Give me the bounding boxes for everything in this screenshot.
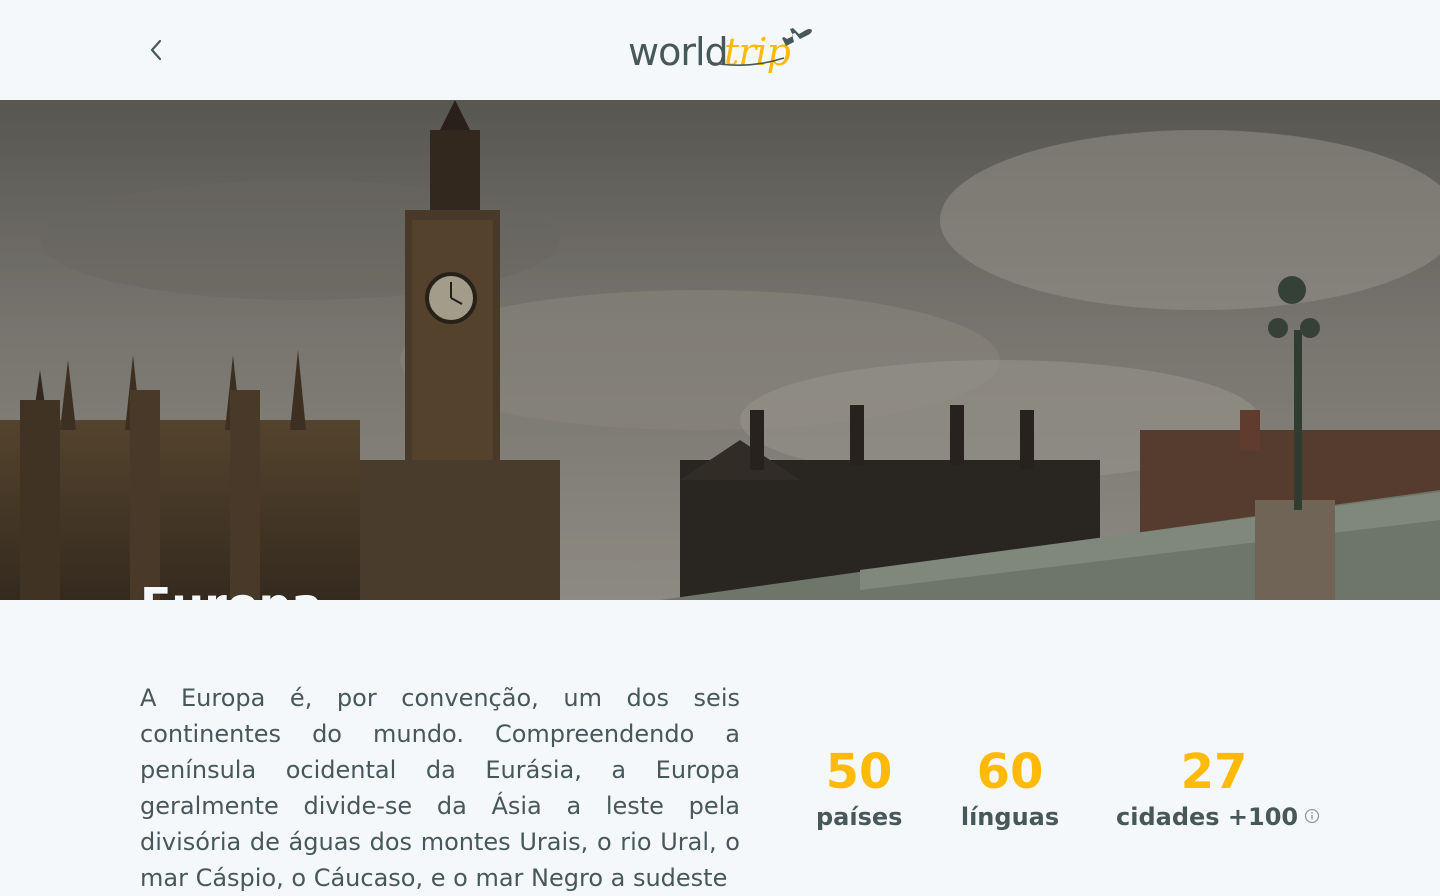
stats-panel: 50 países 60 línguas 27 cidades +100 (800, 740, 1320, 840)
stat-countries: 50 países (816, 740, 902, 830)
stat-languages-value: 60 (976, 744, 1044, 800)
stat-cities-value: 27 (1180, 744, 1248, 800)
chevron-left-icon (150, 39, 162, 61)
stat-cities-label: cidades +100 (1116, 803, 1299, 831)
stat-countries-label: países (816, 803, 903, 831)
continent-title: Europa (140, 575, 322, 600)
stat-languages-label: línguas (960, 803, 1060, 831)
stat-countries-value: 50 (825, 744, 893, 800)
airplane-icon (782, 28, 812, 46)
header: world trip (0, 0, 1440, 100)
logo-swoosh (707, 57, 785, 66)
stat-languages: 60 línguas (960, 740, 1060, 830)
info-icon[interactable] (1304, 808, 1320, 824)
stat-cities: 27 cidades +100 (1116, 740, 1320, 831)
hero-banner: Europa (0, 100, 1440, 600)
worldtrip-logo[interactable]: world trip (626, 24, 816, 76)
hero-image (0, 100, 1440, 600)
back-button[interactable] (140, 34, 172, 66)
stat-cities-label-row: cidades +100 (1116, 803, 1320, 831)
continent-description: A Europa é, por convenção, um dos seis c… (140, 684, 740, 892)
